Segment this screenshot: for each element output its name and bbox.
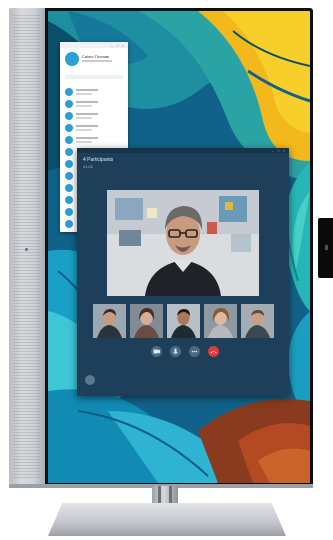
monitor: – □ × Calum Thomas – □ × 4 Participants … (0, 0, 333, 540)
contact-avatar-icon (65, 88, 73, 96)
profile-header: Calum Thomas (60, 48, 128, 74)
profile-name: Calum Thomas (82, 54, 110, 59)
stand-base (48, 503, 286, 536)
contact-avatar-icon (65, 100, 73, 108)
speaker-grille (13, 14, 40, 478)
participant-thumbnail-1[interactable] (93, 304, 126, 338)
contact-status-line (76, 93, 92, 95)
video-call-window[interactable]: – □ × 4 Participants 01:02 (77, 148, 289, 396)
video-icon[interactable] (151, 346, 162, 357)
contact-avatar-icon (65, 148, 73, 156)
contact-avatar-icon (65, 160, 73, 168)
contact-list-item[interactable] (60, 98, 128, 110)
contact-status-line (76, 129, 92, 131)
participant-thumbnail-5[interactable] (241, 304, 274, 338)
contact-list-item[interactable] (60, 110, 128, 122)
call-title: 4 Participants (83, 157, 114, 163)
contact-avatar-icon (65, 208, 73, 216)
speaker-grille-panel (9, 8, 45, 484)
window-controls[interactable]: – □ × (272, 148, 286, 153)
contact-list-item[interactable] (60, 122, 128, 134)
avatar-icon[interactable] (65, 52, 79, 66)
contact-avatar-icon (65, 124, 73, 132)
contact-list-item[interactable] (60, 134, 128, 146)
contact-name-line (76, 101, 98, 103)
presenter-video (107, 190, 259, 296)
contact-list-item[interactable] (60, 86, 128, 98)
participant-thumbnail-4[interactable] (204, 304, 237, 338)
call-titlebar[interactable]: – □ × (77, 148, 289, 153)
microphone-icon[interactable] (170, 346, 181, 357)
call-controls (149, 346, 223, 358)
participant-thumbnail-3[interactable] (167, 304, 200, 338)
contact-avatar-icon (65, 136, 73, 144)
search-input[interactable] (65, 75, 123, 79)
call-duration: 01:02 (83, 164, 94, 169)
main-video-feed (107, 190, 259, 296)
participant-thumbnail-2[interactable] (130, 304, 163, 338)
contact-name-line (76, 89, 98, 91)
contact-avatar-icon (65, 184, 73, 192)
more-icon[interactable] (189, 346, 200, 357)
contact-name-line (76, 125, 98, 127)
contact-name-line (76, 113, 98, 115)
contact-status-line (76, 117, 92, 119)
participant-thumbnails (93, 304, 275, 338)
contact-name-line (76, 137, 98, 139)
power-led (25, 248, 28, 251)
profile-status-line (82, 60, 112, 62)
contact-status-line (76, 105, 92, 107)
hang-up-icon[interactable] (208, 346, 219, 357)
contact-status-line (76, 141, 92, 143)
contact-avatar-icon (65, 196, 73, 204)
side-connector (318, 218, 333, 278)
contact-avatar-icon (65, 220, 73, 228)
contact-avatar-icon (65, 172, 73, 180)
chat-icon[interactable] (85, 375, 95, 385)
contact-avatar-icon (65, 112, 73, 120)
usb-port (325, 245, 328, 250)
